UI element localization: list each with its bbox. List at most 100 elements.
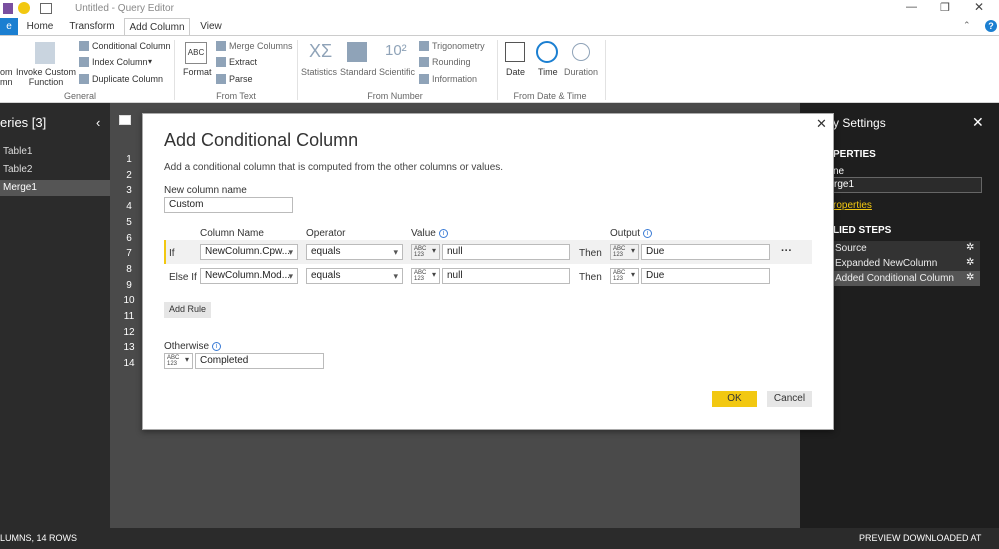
applied-step[interactable]: Added Conditional Column — [832, 271, 980, 286]
title-bar: Untitled - Query Editor — ❐ ✕ — [0, 0, 999, 18]
status-left: LUMNS, 14 ROWS — [0, 533, 78, 543]
parse-button[interactable]: Parse — [229, 74, 253, 84]
invoke-function-icon — [35, 42, 55, 64]
group-label-from-datetime: From Date & Time — [513, 91, 587, 101]
rounding-button[interactable]: Rounding — [432, 57, 471, 67]
smiley-icon[interactable] — [18, 2, 30, 14]
chevron-up-icon[interactable]: ⌃ — [963, 20, 971, 31]
row-number: 11 — [123, 311, 135, 322]
duplicate-column-icon — [79, 74, 89, 84]
query-item[interactable]: Table2 — [0, 162, 110, 178]
format-icon: ABC — [185, 42, 207, 64]
group-label-from-number: From Number — [367, 91, 423, 101]
rule-keyword: Else If — [169, 272, 197, 283]
information-icon — [419, 74, 429, 84]
tab-add-column[interactable]: Add Column — [124, 18, 190, 36]
ribbon-tabs: e Home Transform Add Column View ⌃ ? — [0, 18, 999, 36]
restore-icon[interactable]: ❐ — [940, 1, 950, 14]
table-menu-icon[interactable] — [119, 115, 131, 125]
add-rule-button[interactable]: Add Rule — [164, 302, 211, 318]
ribbon-separator — [174, 40, 175, 100]
format-button[interactable]: Format — [183, 67, 212, 77]
extract-icon — [216, 57, 226, 67]
help-icon[interactable]: ? — [985, 20, 997, 32]
tab-transform[interactable]: Transform — [66, 18, 118, 35]
group-label-general: General — [63, 91, 97, 101]
new-column-name-label: New column name — [164, 185, 247, 196]
query-item[interactable]: Merge1 — [0, 180, 110, 196]
merge-columns-button[interactable]: Merge Columns — [229, 41, 293, 51]
settings-title: y Settings — [833, 116, 886, 130]
applied-step[interactable]: Expanded NewColumn — [832, 256, 980, 271]
row-number: 9 — [126, 279, 132, 291]
otherwise-type-selector[interactable]: ABC 123 — [164, 353, 193, 369]
date-button[interactable]: Date — [506, 67, 525, 77]
collapse-icon[interactable]: ‹ — [96, 115, 100, 130]
tab-view[interactable]: View — [196, 18, 226, 35]
row-number: 4 — [126, 201, 132, 213]
ribbon-separator — [497, 40, 498, 100]
all-properties-link[interactable]: roperties — [833, 200, 872, 211]
output-type-selector[interactable]: ABC 123 — [610, 268, 639, 284]
ok-button[interactable]: OK — [712, 391, 757, 407]
tab-home[interactable]: Home — [22, 18, 58, 35]
name-label: ne — [833, 166, 845, 177]
close-icon[interactable]: ✕ — [972, 114, 984, 131]
duration-button[interactable]: Duration — [564, 67, 598, 77]
trigonometry-icon — [419, 41, 429, 51]
value-input[interactable]: null — [442, 244, 570, 260]
otherwise-input[interactable]: Completed — [195, 353, 324, 369]
statistics-button[interactable]: Statistics — [301, 67, 337, 77]
row-number: 10 — [123, 295, 135, 307]
operator-dropdown[interactable]: equals — [306, 244, 403, 260]
time-button[interactable]: Time — [538, 67, 558, 77]
save-icon[interactable] — [3, 3, 13, 14]
row-number: 14 — [123, 358, 135, 370]
then-label: Then — [579, 248, 602, 259]
conditional-column-button[interactable]: Conditional Column — [92, 41, 171, 51]
column-name-dropdown[interactable]: NewColumn.Mod... — [200, 268, 298, 284]
information-button[interactable]: Information — [432, 74, 477, 84]
applied-step[interactable]: Source — [832, 241, 980, 256]
index-column-button[interactable]: Index Column — [92, 57, 148, 67]
tab-file[interactable]: e — [0, 18, 18, 35]
gear-icon[interactable]: ✲ — [966, 257, 974, 268]
ribbon: om mn Invoke Custom Function Conditional… — [0, 35, 999, 103]
standard-button[interactable]: Standard — [340, 67, 377, 77]
merge-columns-icon — [216, 41, 226, 51]
extract-button[interactable]: Extract — [229, 57, 257, 67]
new-column-name-input[interactable]: Custom — [164, 197, 293, 213]
dialog-subtitle: Add a conditional column that is compute… — [164, 162, 504, 173]
duplicate-column-button[interactable]: Duplicate Column — [92, 74, 163, 84]
group-label-from-text: From Text — [216, 91, 256, 101]
output-input[interactable]: Due — [641, 268, 770, 284]
gear-icon[interactable]: ✲ — [966, 242, 974, 253]
invoke-custom-function-button[interactable]: Invoke Custom Function — [16, 67, 76, 87]
query-item[interactable]: Table1 — [0, 144, 110, 160]
close-icon[interactable]: ✕ — [816, 116, 827, 132]
name-field[interactable]: rge1 — [831, 177, 982, 193]
gear-icon[interactable]: ✲ — [966, 272, 974, 283]
queries-title: eries [3] — [0, 115, 47, 130]
value-type-selector[interactable]: ABC 123 — [411, 268, 440, 284]
add-conditional-column-dialog: ✕ Add Conditional Column Add a condition… — [142, 113, 834, 430]
scientific-button[interactable]: Scientific — [379, 67, 415, 77]
row-number: 1 — [126, 154, 132, 165]
output-input[interactable]: Due — [641, 244, 770, 260]
value-input[interactable]: null — [442, 268, 570, 284]
row-number: 2 — [126, 169, 132, 181]
more-options-icon[interactable]: ··· — [781, 245, 792, 257]
trigonometry-button[interactable]: Trigonometry — [432, 41, 485, 51]
minimize-icon[interactable]: — — [906, 1, 917, 13]
custom-column-button[interactable]: om mn — [0, 67, 13, 87]
then-label: Then — [579, 272, 602, 283]
cancel-button[interactable]: Cancel — [767, 391, 812, 407]
close-icon[interactable]: ✕ — [974, 0, 984, 14]
column-name-dropdown[interactable]: NewColumn.Cpw... — [200, 244, 298, 260]
output-type-selector[interactable]: ABC 123 — [610, 244, 639, 260]
value-type-selector[interactable]: ABC 123 — [411, 244, 440, 260]
row-number: 8 — [126, 263, 132, 275]
operator-dropdown[interactable]: equals — [306, 268, 403, 284]
undo-icon[interactable] — [40, 3, 52, 14]
statistics-icon: XΣ — [309, 41, 333, 61]
